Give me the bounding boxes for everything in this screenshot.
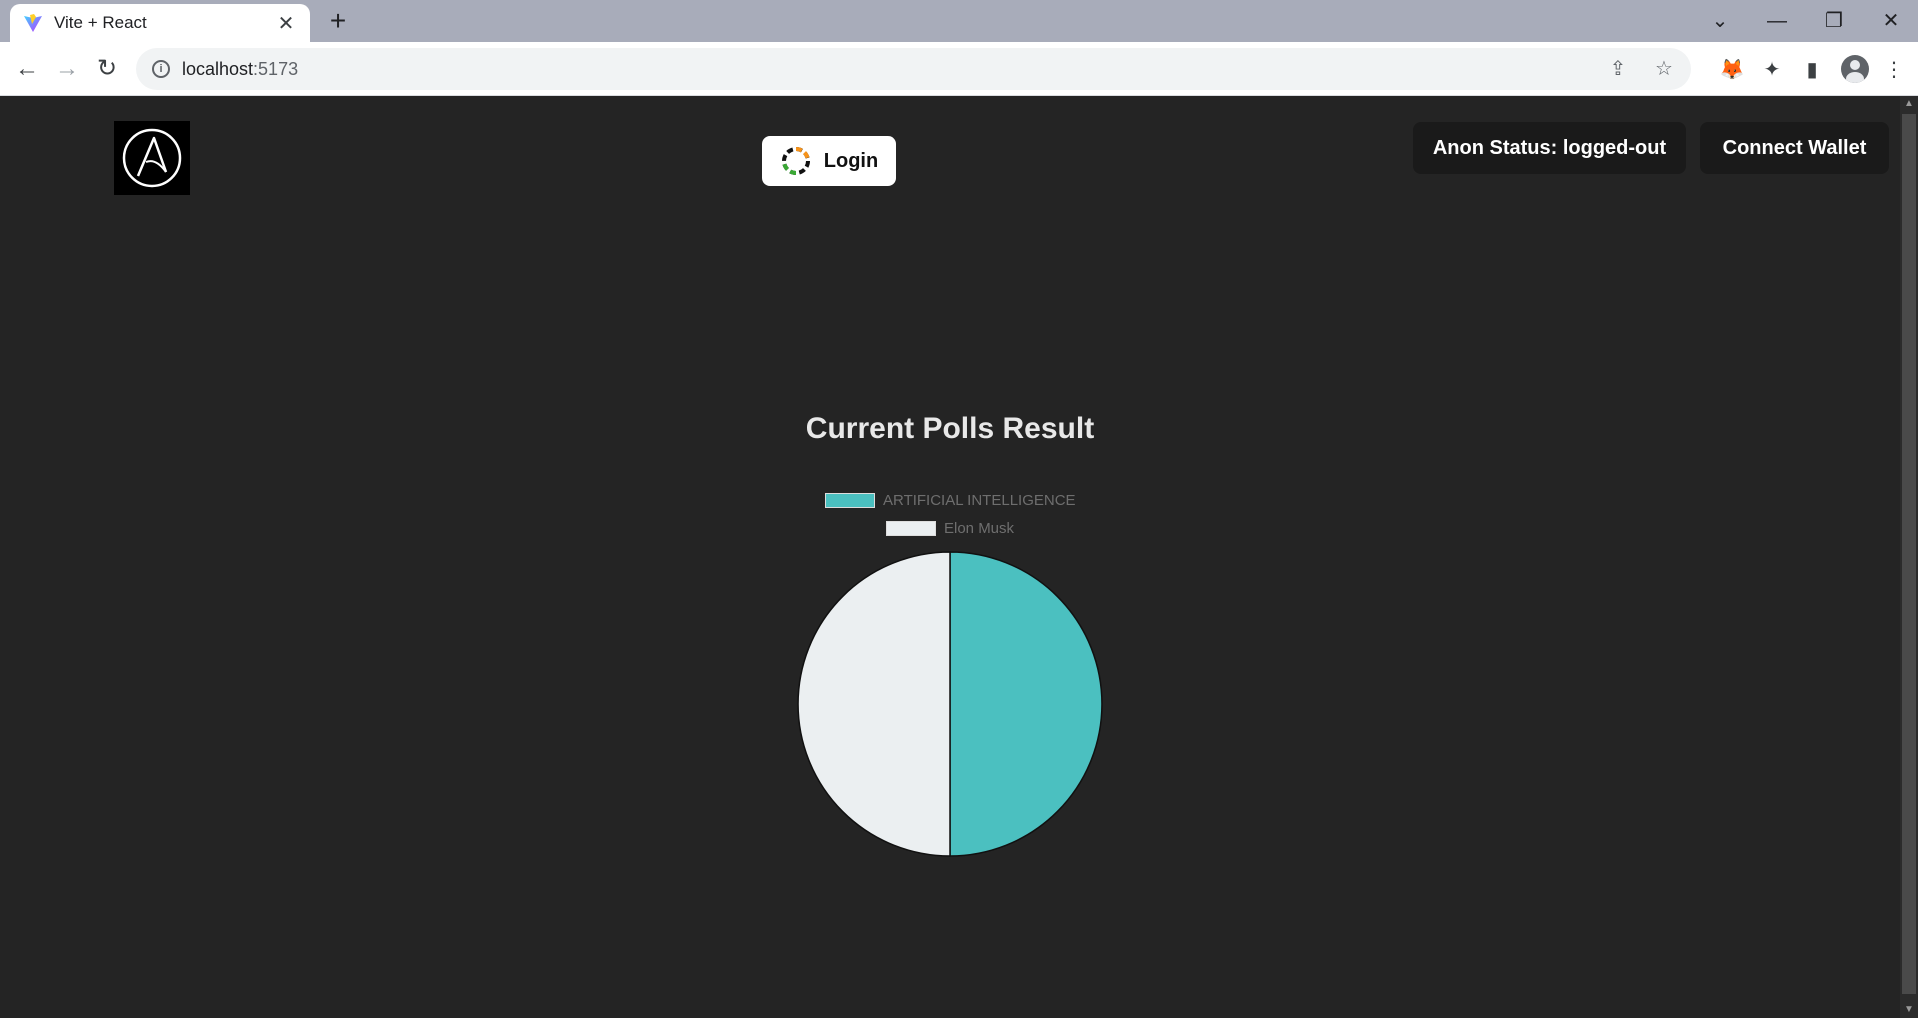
forward-arrow-icon[interactable]: → xyxy=(52,54,82,84)
anon-status-button[interactable]: Anon Status: logged-out xyxy=(1413,122,1686,174)
back-arrow-icon[interactable]: ← xyxy=(12,54,42,84)
login-ring-icon xyxy=(781,147,810,175)
connect-wallet-label: Connect Wallet xyxy=(1722,136,1867,159)
anon-status-label: Anon Status: logged-out xyxy=(1432,136,1667,159)
pie-slice-1[interactable] xyxy=(797,551,951,857)
logo-icon xyxy=(122,128,182,188)
poll-title: Current Polls Result xyxy=(805,412,1095,445)
legend-item-elon[interactable]: Elon Musk xyxy=(886,520,1014,537)
login-label: Login xyxy=(823,149,879,172)
browser-tab[interactable]: Vite + React ✕ xyxy=(10,4,310,42)
extensions-puzzle-icon[interactable]: ✦ xyxy=(1758,56,1786,84)
new-tab-button[interactable]: + xyxy=(322,6,354,38)
url-port: :5173 xyxy=(253,58,299,79)
legend-label-ai: ARTIFICIAL INTELLIGENCE xyxy=(883,492,1076,509)
app-logo[interactable] xyxy=(114,121,190,195)
menu-kebab-icon[interactable]: ⋮ xyxy=(1880,56,1908,84)
close-icon[interactable]: ✕ xyxy=(274,11,298,36)
scroll-up-icon[interactable]: ▲ xyxy=(1900,96,1918,112)
address-bar[interactable]: i localhost:5173 ⇪ ☆ xyxy=(136,48,1691,90)
legend-swatch-ai xyxy=(825,493,875,508)
page-scrollbar[interactable]: ▲ ▼ xyxy=(1900,96,1918,1018)
bookmark-star-icon[interactable]: ☆ xyxy=(1651,56,1677,82)
browser-toolbar: ← → ↻ i localhost:5173 ⇪ ☆ 🦊 ✦ ▮ ⋮ xyxy=(0,42,1918,96)
login-button[interactable]: Login xyxy=(762,136,896,186)
info-icon[interactable]: i xyxy=(152,60,170,78)
reload-icon[interactable]: ↻ xyxy=(92,54,122,84)
connect-wallet-button[interactable]: Connect Wallet xyxy=(1700,122,1889,174)
pie-slice-0[interactable] xyxy=(949,551,1103,857)
tab-title: Vite + React xyxy=(54,13,147,32)
scroll-thumb[interactable] xyxy=(1902,114,1916,994)
minimize-button[interactable]: — xyxy=(1757,6,1797,36)
restore-button[interactable]: ❐ xyxy=(1814,6,1854,36)
legend-label-elon: Elon Musk xyxy=(944,520,1015,537)
poll-pie-chart xyxy=(795,549,1105,859)
scroll-down-icon[interactable]: ▼ xyxy=(1900,1002,1918,1018)
legend-item-ai[interactable]: ARTIFICIAL INTELLIGENCE xyxy=(825,492,1076,509)
page-content: Login Anon Status: logged-out Connect Wa… xyxy=(0,96,1900,1018)
legend-swatch-elon xyxy=(886,521,936,536)
metamask-fox-icon[interactable]: 🦊 xyxy=(1718,56,1746,84)
share-icon[interactable]: ⇪ xyxy=(1605,56,1631,82)
vite-icon xyxy=(22,12,44,34)
url-host: localhost xyxy=(182,58,254,79)
browser-tab-bar: Vite + React ✕ + ⌄ — ❐ ✕ xyxy=(0,0,1918,42)
window-close-button[interactable]: ✕ xyxy=(1871,6,1911,36)
side-panel-icon[interactable]: ▮ xyxy=(1798,56,1826,84)
profile-avatar[interactable] xyxy=(1841,55,1869,83)
tab-search-icon[interactable]: ⌄ xyxy=(1700,6,1740,36)
